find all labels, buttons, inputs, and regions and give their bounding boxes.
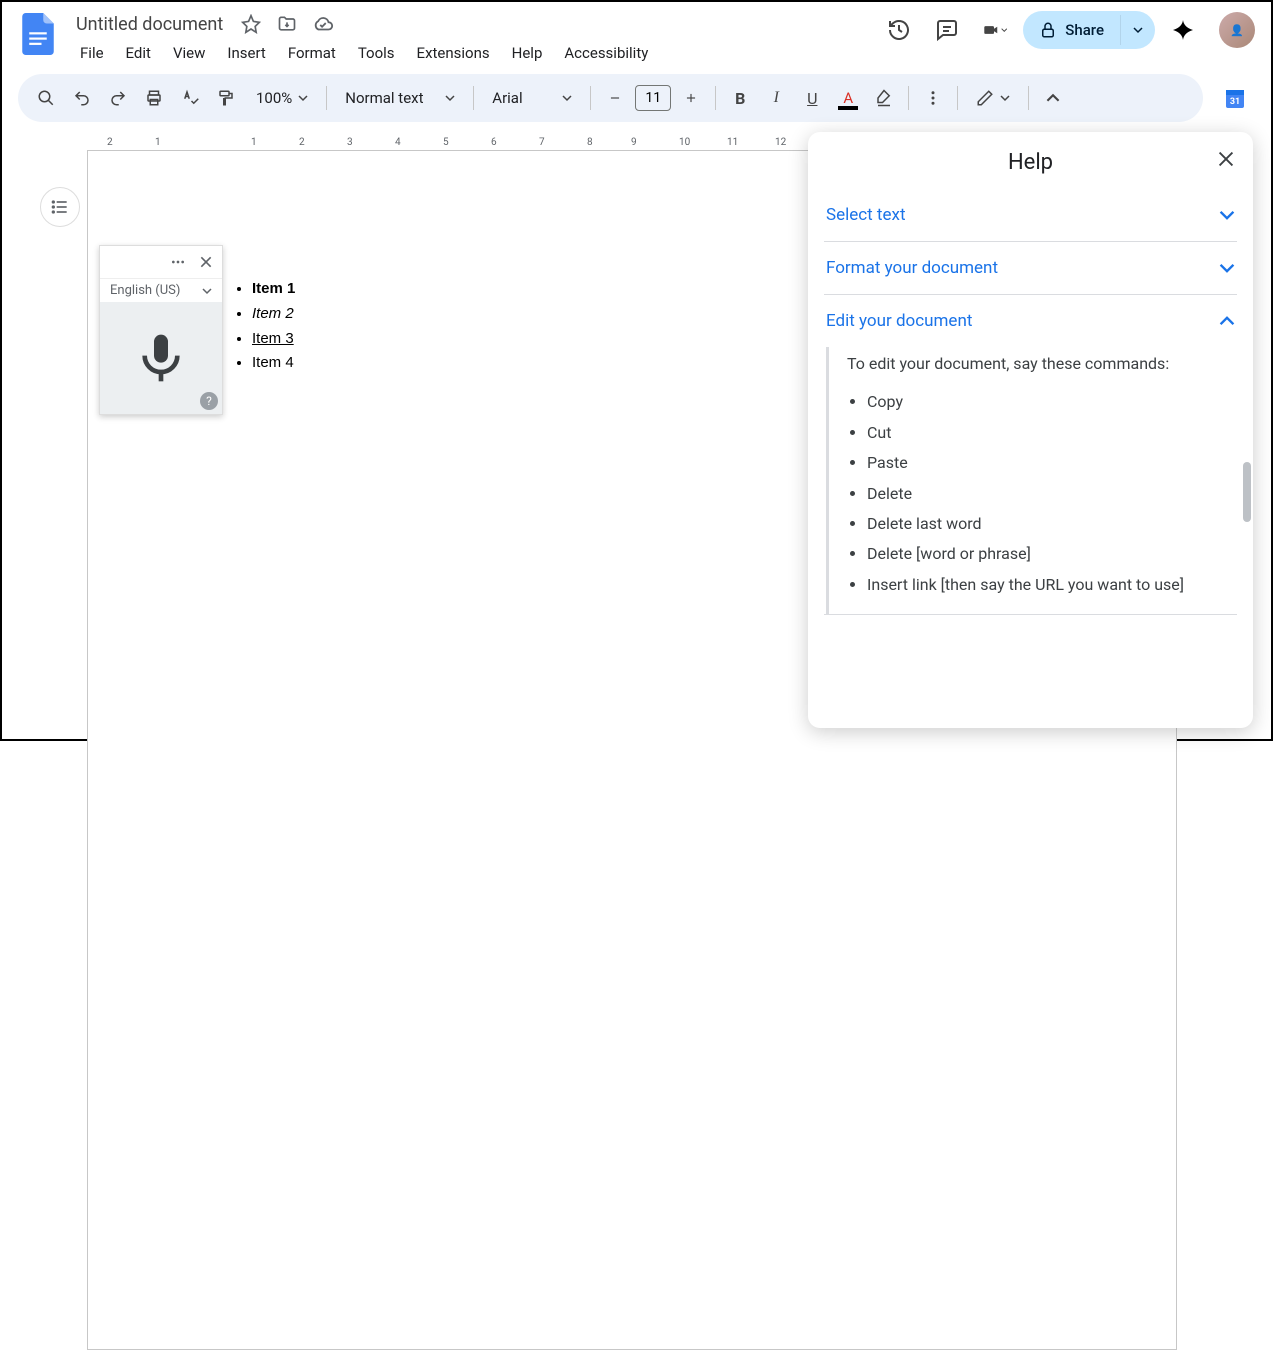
- style-selector[interactable]: Normal text: [335, 89, 465, 107]
- collapse-toolbar-icon[interactable]: [1037, 82, 1069, 114]
- list-item[interactable]: Item 4: [252, 351, 295, 376]
- voice-close-icon[interactable]: [194, 250, 218, 274]
- chevron-down-icon: [1219, 207, 1235, 223]
- document-title[interactable]: Untitled document: [70, 12, 229, 37]
- highlight-icon[interactable]: [868, 82, 900, 114]
- chevron-down-icon: [1219, 260, 1235, 276]
- paint-format-icon[interactable]: [210, 82, 242, 114]
- document-content[interactable]: Item 1 Item 2 Item 3 Item 4: [232, 277, 295, 376]
- help-accordion[interactable]: Select text Format your document Edit yo…: [808, 189, 1253, 728]
- help-section-format[interactable]: Format your document: [824, 242, 1237, 294]
- share-dropdown[interactable]: [1120, 15, 1155, 45]
- menu-help[interactable]: Help: [502, 40, 553, 66]
- chevron-up-icon: [1219, 313, 1235, 329]
- cloud-status-icon[interactable]: [309, 10, 337, 38]
- help-command: Insert link [then say the URL you want t…: [867, 570, 1237, 600]
- bold-icon[interactable]: B: [724, 82, 756, 114]
- help-command: Delete: [867, 479, 1237, 509]
- help-command: Delete last word: [867, 509, 1237, 539]
- voice-mic-button[interactable]: ?: [100, 302, 222, 414]
- help-close-icon[interactable]: [1215, 148, 1237, 170]
- title-area: Untitled document File Edit View Insert …: [70, 10, 879, 66]
- svg-text:31: 31: [1230, 97, 1240, 107]
- increase-font-icon[interactable]: [675, 82, 707, 114]
- decrease-font-icon[interactable]: [599, 82, 631, 114]
- list-item[interactable]: Item 1: [252, 277, 295, 302]
- menu-view[interactable]: View: [163, 40, 215, 66]
- list-item[interactable]: Item 2: [252, 302, 295, 327]
- menu-bar: File Edit View Insert Format Tools Exten…: [70, 40, 879, 66]
- help-section-edit-body: To edit your document, say these command…: [826, 347, 1237, 614]
- editing-mode-selector[interactable]: [966, 89, 1020, 107]
- voice-help-icon[interactable]: ?: [200, 392, 218, 410]
- toolbar-container: 100% Normal text Arial 11 B I U A 31: [2, 66, 1271, 130]
- menu-edit[interactable]: Edit: [116, 40, 161, 66]
- help-panel: Help Select text Format your document Ed…: [808, 132, 1253, 728]
- help-command: Cut: [867, 418, 1237, 448]
- calendar-sidebar-icon[interactable]: 31: [1215, 78, 1255, 118]
- redo-icon[interactable]: [102, 82, 134, 114]
- voice-typing-panel: English (US) ?: [99, 245, 223, 415]
- font-size-input[interactable]: 11: [635, 85, 671, 111]
- header: Untitled document File Edit View Insert …: [2, 2, 1271, 66]
- share-label: Share: [1065, 21, 1104, 39]
- voice-more-icon[interactable]: [166, 250, 190, 274]
- share-button[interactable]: Share: [1023, 11, 1120, 49]
- menu-tools[interactable]: Tools: [348, 40, 405, 66]
- outline-toggle[interactable]: [40, 187, 80, 227]
- move-icon[interactable]: [273, 10, 301, 38]
- italic-icon[interactable]: I: [760, 82, 792, 114]
- history-icon[interactable]: [879, 10, 919, 50]
- help-title: Help: [1008, 150, 1053, 175]
- text-color-icon[interactable]: A: [832, 82, 864, 114]
- toolbar: 100% Normal text Arial 11 B I U A: [18, 74, 1203, 122]
- video-call-button[interactable]: [975, 10, 1015, 50]
- help-section-select-text[interactable]: Select text: [824, 189, 1237, 241]
- gemini-icon[interactable]: [1163, 10, 1203, 50]
- search-icon[interactable]: [30, 82, 62, 114]
- help-intro: To edit your document, say these command…: [847, 353, 1237, 375]
- help-scrollbar[interactable]: [1243, 462, 1251, 522]
- vertical-ruler[interactable]: [2, 150, 24, 717]
- undo-icon[interactable]: [66, 82, 98, 114]
- docs-logo[interactable]: [18, 10, 58, 58]
- menu-accessibility[interactable]: Accessibility: [554, 40, 658, 66]
- star-icon[interactable]: [237, 10, 265, 38]
- help-section-edit[interactable]: Edit your document: [824, 295, 1237, 347]
- menu-file[interactable]: File: [70, 40, 114, 66]
- menu-extensions[interactable]: Extensions: [407, 40, 500, 66]
- print-icon[interactable]: [138, 82, 170, 114]
- zoom-selector[interactable]: 100%: [246, 89, 318, 107]
- help-command: Delete [word or phrase]: [867, 539, 1237, 569]
- more-icon[interactable]: [917, 82, 949, 114]
- font-selector[interactable]: Arial: [482, 89, 582, 107]
- help-command: Copy: [867, 387, 1237, 417]
- list-item[interactable]: Item 3: [252, 327, 295, 352]
- menu-format[interactable]: Format: [278, 40, 346, 66]
- help-command: Paste: [867, 448, 1237, 478]
- account-avatar[interactable]: 👤: [1219, 12, 1255, 48]
- voice-language-selector[interactable]: English (US): [100, 278, 222, 302]
- comments-icon[interactable]: [927, 10, 967, 50]
- spellcheck-icon[interactable]: [174, 82, 206, 114]
- underline-icon[interactable]: U: [796, 82, 828, 114]
- share-cluster: Share: [1023, 11, 1155, 49]
- menu-insert[interactable]: Insert: [217, 40, 275, 66]
- header-actions: Share 👤: [879, 10, 1255, 50]
